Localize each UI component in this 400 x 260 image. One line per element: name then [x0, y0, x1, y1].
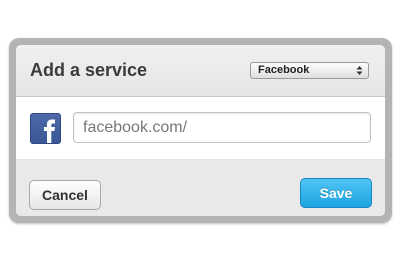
cancel-button[interactable]: Cancel — [29, 180, 101, 210]
dialog-title: Add a service — [30, 60, 148, 80]
service-select[interactable]: Facebook — [250, 62, 369, 79]
service-select-value: Facebook — [258, 64, 310, 76]
service-url-input[interactable] — [73, 112, 371, 143]
add-service-dialog: Add a service Facebook Cancel — [16, 45, 385, 216]
select-arrows-icon — [356, 65, 363, 76]
service-url-row — [16, 97, 385, 160]
dialog-frame: Add a service Facebook Cancel — [9, 38, 392, 223]
facebook-icon — [30, 113, 61, 144]
dialog-header: Add a service Facebook — [16, 45, 385, 97]
save-button[interactable]: Save — [300, 178, 372, 208]
dialog-footer: Cancel Save — [16, 160, 385, 216]
